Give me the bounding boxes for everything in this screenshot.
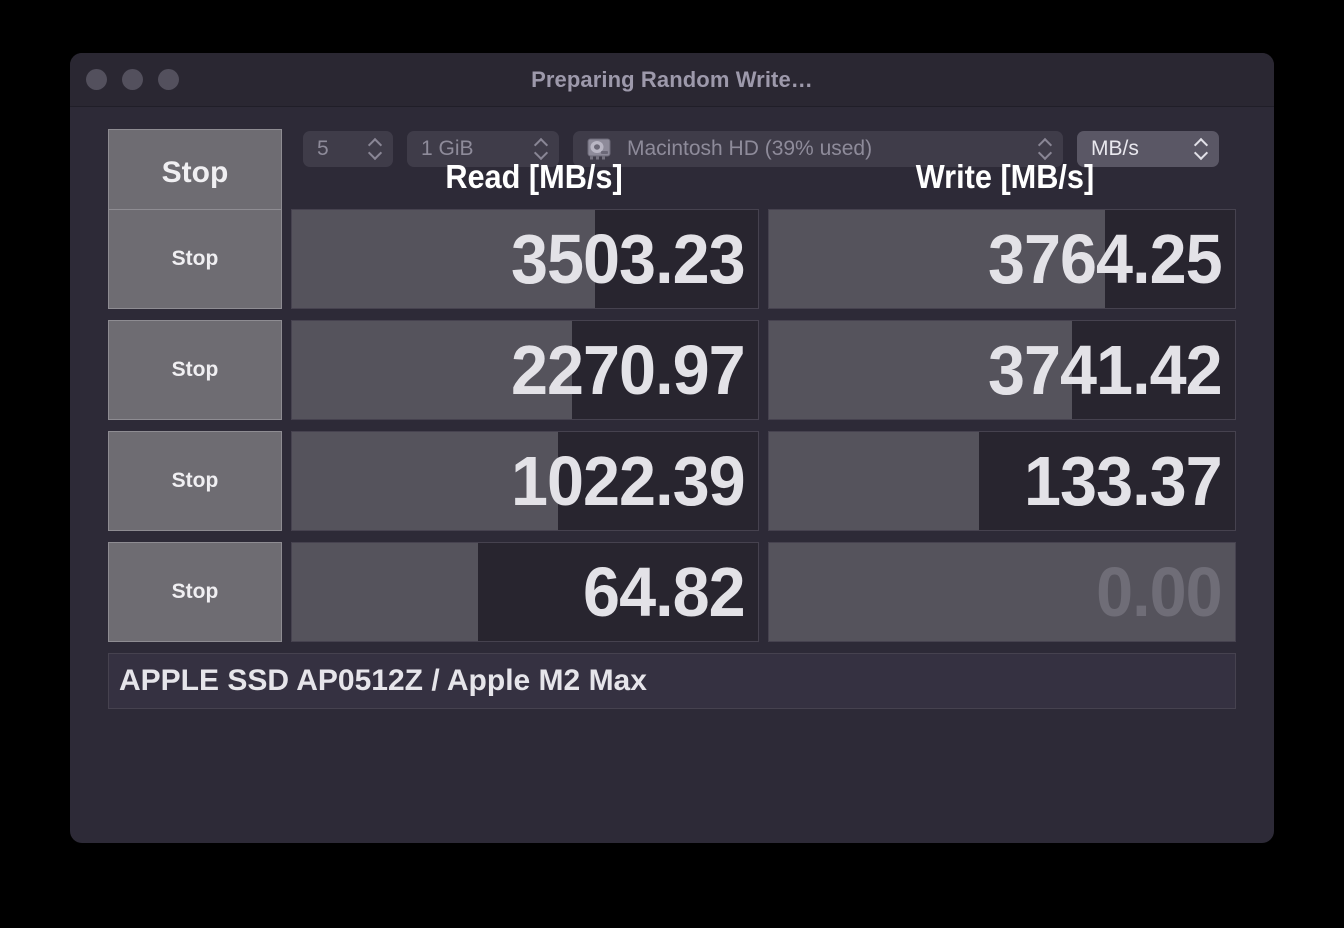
column-header-read: Read [MB/s] [445,158,623,195]
row-stop-button[interactable]: Stop [108,320,282,420]
read-value: 1022.39 [510,442,746,520]
read-result-cell: 1022.39 [291,431,759,531]
amorphousdiskmark-window: Preparing Random Write… Stop 5 1 GiB Mac… [70,53,1274,843]
window-content: Stop 5 1 GiB Macintosh HD (39% used) MB/… [70,107,1274,843]
write-value: 3741.42 [987,331,1223,409]
minimize-button-icon[interactable] [122,69,143,90]
column-header-write: Write [MB/s] [915,158,1095,195]
write-value: 133.37 [1023,442,1223,520]
write-result-cell: 133.37 [768,431,1236,531]
read-value: 2270.97 [510,331,746,409]
table-row: Stop 2270.97 3741.42 [108,320,1236,420]
screen: Preparing Random Write… Stop 5 1 GiB Mac… [0,0,1344,928]
window-titlebar: Preparing Random Write… [70,53,1274,107]
row-stop-button[interactable]: Stop [108,431,282,531]
write-value: 0.00 [1096,553,1223,631]
table-row: Stop 1022.39 133.37 [108,431,1236,531]
read-result-cell: 2270.97 [291,320,759,420]
write-result-cell: 3741.42 [768,320,1236,420]
row-stop-button[interactable]: Stop [108,209,282,309]
results-table: Stop 3503.23 3764.25 Stop 2270.97 3741.42 Stop… [108,209,1236,642]
write-value: 3764.25 [987,220,1223,298]
zoom-button-icon[interactable] [158,69,179,90]
column-headers: Read [MB/s] Write [MB/s] [108,151,1236,203]
read-result-cell: 3503.23 [291,209,759,309]
window-title: Preparing Random Write… [531,66,813,92]
table-row: Stop 64.82 0.00 [108,542,1236,642]
table-row: Stop 3503.23 3764.25 [108,209,1236,309]
read-value: 3503.23 [510,220,746,298]
row-stop-button[interactable]: Stop [108,542,282,642]
close-button-icon[interactable] [86,69,107,90]
traffic-light-group [86,69,179,90]
read-result-cell: 64.82 [291,542,759,642]
read-value: 64.82 [583,553,746,631]
device-status-bar: APPLE SSD AP0512Z / Apple M2 Max [108,653,1236,709]
write-result-cell: 3764.25 [768,209,1236,309]
write-result-cell: 0.00 [768,542,1236,642]
